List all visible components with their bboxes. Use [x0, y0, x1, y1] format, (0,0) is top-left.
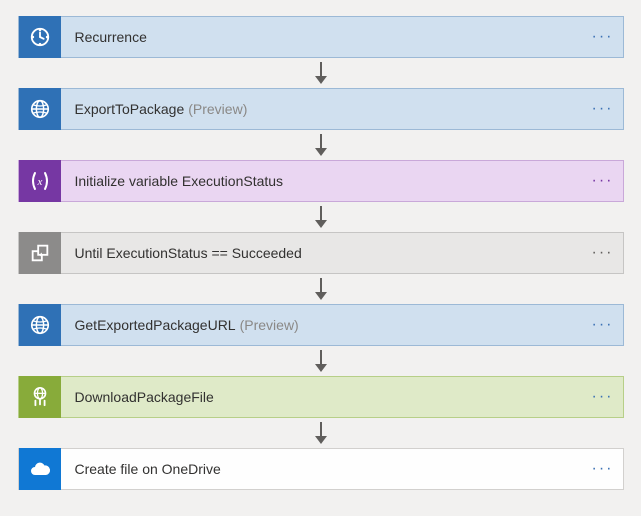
- flow-arrow: [312, 202, 330, 232]
- ellipsis-icon: ···: [592, 461, 614, 477]
- step-get-exported-package-url[interactable]: GetExportedPackageURL(Preview) ···: [18, 304, 624, 346]
- step-until-loop[interactable]: Until ExecutionStatus == Succeeded ···: [18, 232, 624, 274]
- globe-icon: [19, 88, 61, 130]
- step-label: Create file on OneDrive: [61, 461, 583, 477]
- step-label: ExportToPackage(Preview): [61, 101, 583, 117]
- loop-icon: [19, 232, 61, 274]
- step-menu-button[interactable]: ···: [583, 304, 623, 346]
- flow-arrow: [312, 418, 330, 448]
- flow-canvas: Recurrence ··· ExportToPackage(Preview) ···…: [0, 0, 641, 516]
- flow-arrow: [312, 130, 330, 160]
- step-label: Recurrence: [61, 29, 583, 45]
- step-label: DownloadPackageFile: [61, 389, 583, 405]
- ellipsis-icon: ···: [592, 317, 614, 333]
- ellipsis-icon: ···: [592, 173, 614, 189]
- ellipsis-icon: ···: [592, 29, 614, 45]
- step-export-to-package[interactable]: ExportToPackage(Preview) ···: [18, 88, 624, 130]
- step-create-file-onedrive[interactable]: Create file on OneDrive ···: [18, 448, 624, 490]
- download-icon: [19, 376, 61, 418]
- step-recurrence[interactable]: Recurrence ···: [18, 16, 624, 58]
- step-label: GetExportedPackageURL(Preview): [61, 317, 583, 333]
- ellipsis-icon: ···: [592, 389, 614, 405]
- step-label: Until ExecutionStatus == Succeeded: [61, 245, 583, 261]
- step-menu-button[interactable]: ···: [583, 448, 623, 490]
- step-menu-button[interactable]: ···: [583, 376, 623, 418]
- globe-icon: [19, 304, 61, 346]
- step-menu-button[interactable]: ···: [583, 16, 623, 58]
- step-menu-button[interactable]: ···: [583, 160, 623, 202]
- ellipsis-icon: ···: [592, 101, 614, 117]
- flow-arrow: [312, 346, 330, 376]
- step-menu-button[interactable]: ···: [583, 232, 623, 274]
- flow-arrow: [312, 274, 330, 304]
- step-download-package-file[interactable]: DownloadPackageFile ···: [18, 376, 624, 418]
- ellipsis-icon: ···: [592, 245, 614, 261]
- step-label: Initialize variable ExecutionStatus: [61, 173, 583, 189]
- cloud-icon: [19, 448, 61, 490]
- var-icon: x: [19, 160, 61, 202]
- svg-text:x: x: [36, 176, 42, 188]
- clock-icon: [19, 16, 61, 58]
- flow-arrow: [312, 58, 330, 88]
- step-menu-button[interactable]: ···: [583, 88, 623, 130]
- step-initialize-variable[interactable]: x Initialize variable ExecutionStatus ···: [18, 160, 624, 202]
